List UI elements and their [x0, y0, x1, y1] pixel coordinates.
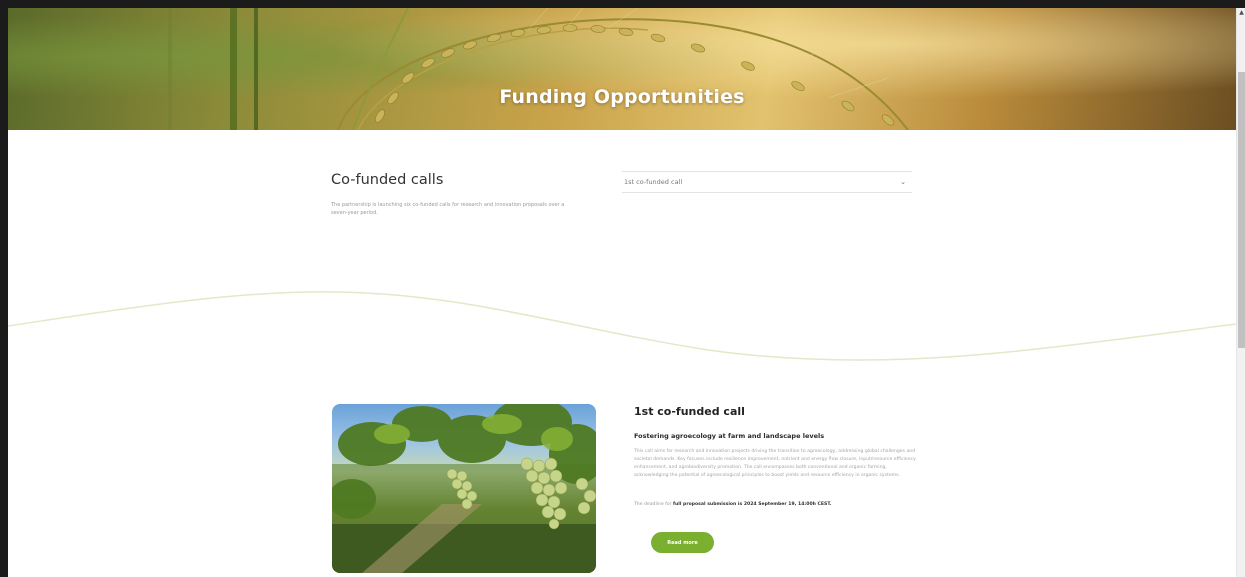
browser-viewport: Funding Opportunities Co-funded calls Th… — [0, 0, 1245, 577]
wheat-background-image — [168, 8, 909, 130]
call-select-value: 1st co-funded call — [624, 178, 683, 186]
cofunded-calls-description: The partnership is launching six co-fund… — [331, 202, 565, 216]
call-card-description: This call aims for research and innovati… — [634, 449, 916, 478]
decorative-wave-divider — [8, 291, 1236, 361]
page-scrollbar[interactable]: ▲ — [1236, 8, 1245, 577]
call-card-deadline: The deadline for full proposal submissio… — [634, 502, 832, 507]
call-card-subtitle: Fostering agroecology at farm and landsc… — [634, 432, 825, 440]
arrow-up-icon[interactable]: ▲ — [1237, 8, 1245, 18]
call-select-dropdown[interactable]: 1st co-funded call ⌄ — [622, 171, 912, 193]
read-more-button[interactable]: Read more — [651, 532, 714, 553]
deadline-prefix: The deadline for — [634, 502, 674, 507]
deadline-date: full proposal submission is 2024 Septemb… — [673, 502, 832, 507]
chevron-down-icon: ⌄ — [900, 178, 906, 186]
page-title: Funding Opportunities — [499, 86, 745, 108]
scrollbar-thumb[interactable] — [1238, 72, 1245, 348]
cofunded-calls-heading: Co-funded calls — [331, 172, 444, 188]
hero-banner: Funding Opportunities — [8, 8, 1236, 130]
call-card-title: 1st co-funded call — [634, 405, 745, 418]
vineyard-grapes-image — [332, 404, 596, 573]
